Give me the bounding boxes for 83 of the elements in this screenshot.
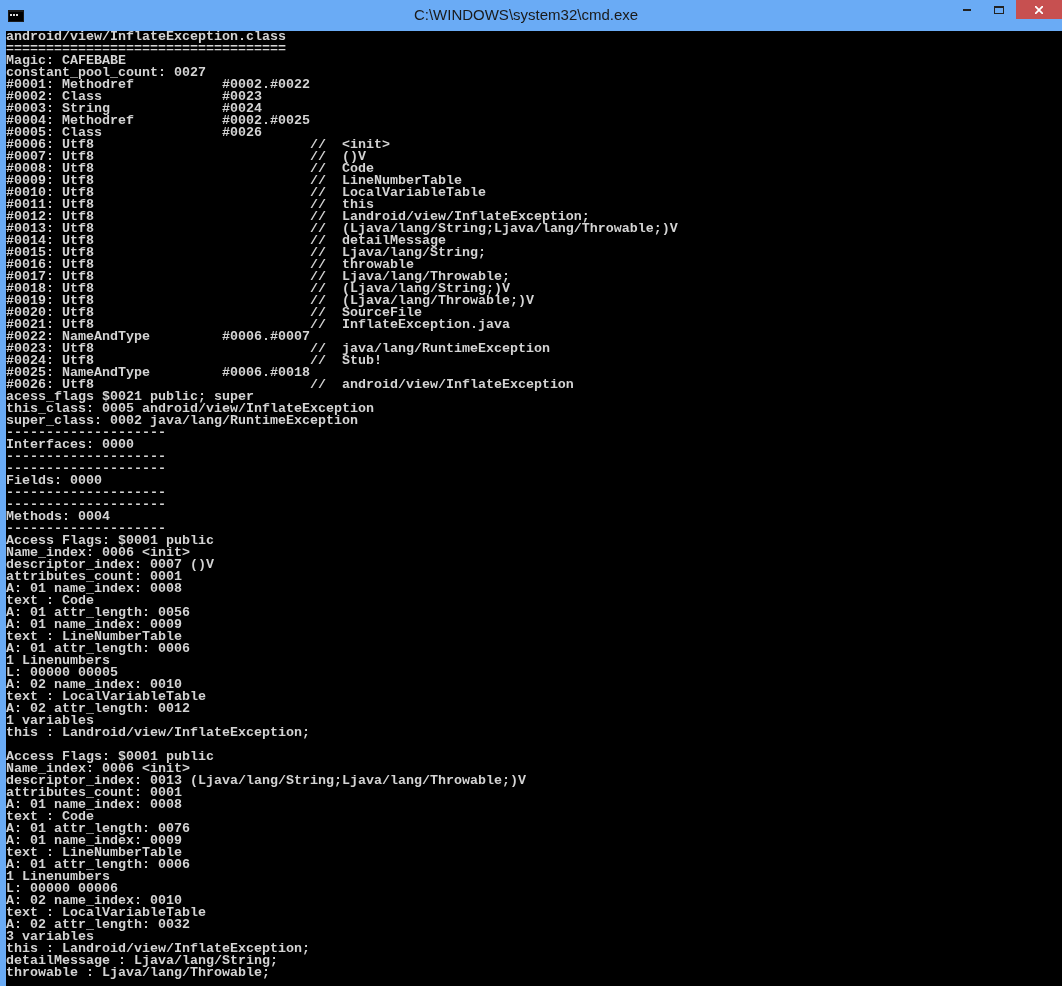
console-line: A: 01 name_index: 0009: [6, 619, 182, 631]
console-line: 3 variables: [6, 931, 94, 943]
console-line: A: 01 name_index: 0008: [6, 583, 182, 595]
console-line: #0010: Utf8 // LocalVariableTable: [6, 187, 486, 199]
console-line: --------------------: [6, 523, 166, 535]
close-button[interactable]: [1016, 0, 1062, 19]
console-line: #0022: NameAndType #0006.#0007: [6, 331, 310, 343]
console-line: #0007: Utf8 // ()V: [6, 151, 366, 163]
console-line: L: 00000 00006: [6, 883, 118, 895]
console-line: A: 02 attr_length: 0012: [6, 703, 190, 715]
console-line: Methods: 0004: [6, 511, 110, 523]
console-line: descriptor_index: 0007 ()V: [6, 559, 214, 571]
maximize-icon: [994, 6, 1004, 14]
console-line: ===================================: [6, 43, 286, 55]
console-line: text : LineNumberTable: [6, 847, 182, 859]
console-line: --------------------: [6, 499, 166, 511]
console-line: 1 variables: [6, 715, 94, 727]
console-line: this_class: 0005 android/view/InflateException: [6, 403, 374, 415]
console-line: acess_flags $0021 public; super: [6, 391, 254, 403]
console-line: A: 01 attr_length: 0076: [6, 823, 190, 835]
console-app-icon: [8, 9, 24, 22]
console-line: A: 02 name_index: 0010: [6, 895, 182, 907]
console-line: Magic: CAFEBABE: [6, 55, 126, 67]
console-line: #0020: Utf8 // SourceFile: [6, 307, 422, 319]
console-line: text : LineNumberTable: [6, 631, 182, 643]
console-line: Access Flags: $0001 public: [6, 535, 214, 547]
close-icon: [1035, 5, 1043, 14]
console-line: this : Landroid/view/InflateException;: [6, 943, 310, 955]
console-line: A: 01 attr_length: 0006: [6, 643, 190, 655]
console-line: constant_pool_count: 0027: [6, 67, 206, 79]
console-line: #0023: Utf8 // java/lang/RuntimeException: [6, 343, 550, 355]
console-line: #0012: Utf8 // Landroid/view/InflateException;: [6, 211, 590, 223]
console-line: A: 02 attr_length: 0032: [6, 919, 190, 931]
console-line: A: 01 name_index: 0009: [6, 835, 182, 847]
console-line: #0015: Utf8 // Ljava/lang/String;: [6, 247, 486, 259]
console-line: #0001: Methodref #0002.#0022: [6, 79, 310, 91]
console-line: descriptor_index: 0013 (Ljava/lang/String;Ljava/lang/Throwable;)V: [6, 775, 526, 787]
console-line: detailMessage : Ljava/lang/String;: [6, 955, 278, 967]
console-line: super_class: 0002 java/lang/RuntimeException: [6, 415, 358, 427]
console-line: --------------------: [6, 463, 166, 475]
console-line: throwable : Ljava/lang/Throwable;: [6, 967, 270, 979]
console-line: #0009: Utf8 // LineNumberTable: [6, 175, 462, 187]
console-line: 1 Linenumbers: [6, 871, 110, 883]
console-line: --------------------: [6, 487, 166, 499]
console-line: #0021: Utf8 // InflateException.java: [6, 319, 510, 331]
console-line: #0008: Utf8 // Code: [6, 163, 374, 175]
console-line: Access Flags: $0001 public: [6, 751, 214, 763]
console-line: this : Landroid/view/InflateException;: [6, 727, 310, 739]
minimize-icon: [963, 9, 971, 11]
console-line: A: 01 attr_length: 0056: [6, 607, 190, 619]
console-line: #0018: Utf8 // (Ljava/lang/String;)V: [6, 283, 510, 295]
console-line: text : LocalVariableTable: [6, 691, 206, 703]
console-line: --------------------: [6, 451, 166, 463]
console-line: #0002: Class #0023: [6, 91, 262, 103]
console-line: attributes_count: 0001: [6, 571, 182, 583]
console-line: A: 01 attr_length: 0006: [6, 859, 190, 871]
console-line: A: 01 name_index: 0008: [6, 799, 182, 811]
console-line: attributes_count: 0001: [6, 787, 182, 799]
console-line: text : Code: [6, 595, 94, 607]
console-line: #0019: Utf8 // (Ljava/lang/Throwable;)V: [6, 295, 534, 307]
console-line: #0013: Utf8 // (Ljava/lang/String;Ljava/lang/Throwable;)V: [6, 223, 678, 235]
window-title: C:\WINDOWS\system32\cmd.exe: [413, 5, 639, 26]
console-line: Name_index: 0006 <init>: [6, 547, 190, 559]
console-line: text : Code: [6, 811, 94, 823]
console-line: #0016: Utf8 // throwable: [6, 259, 414, 271]
console-line: text : LocalVariableTable: [6, 907, 206, 919]
console-line: #0006: Utf8 // <init>: [6, 139, 390, 151]
console-line: #0005: Class #0026: [6, 127, 262, 139]
console-line: #0026: Utf8 // android/view/InflateException: [6, 379, 574, 391]
console-line: Fields: 0000: [6, 475, 102, 487]
console-line: Interfaces: 0000: [6, 439, 134, 451]
console-line: #0004: Methodref #0002.#0025: [6, 115, 310, 127]
console-line: --------------------: [6, 427, 166, 439]
console-line: #0025: NameAndType #0006.#0018: [6, 367, 310, 379]
console-line: #0003: String #0024: [6, 103, 262, 115]
console-line: L: 00000 00005: [6, 667, 118, 679]
console-line: 1 Linenumbers: [6, 655, 110, 667]
console-line: #0014: Utf8 // detailMessage: [6, 235, 446, 247]
console-line: #0017: Utf8 // Ljava/lang/Throwable;: [6, 271, 510, 283]
console-line: #0024: Utf8 // Stub!: [6, 355, 382, 367]
console-line: #0011: Utf8 // this: [6, 199, 374, 211]
console-line: Name_index: 0006 <init>: [6, 763, 190, 775]
console-line: A: 02 name_index: 0010: [6, 679, 182, 691]
